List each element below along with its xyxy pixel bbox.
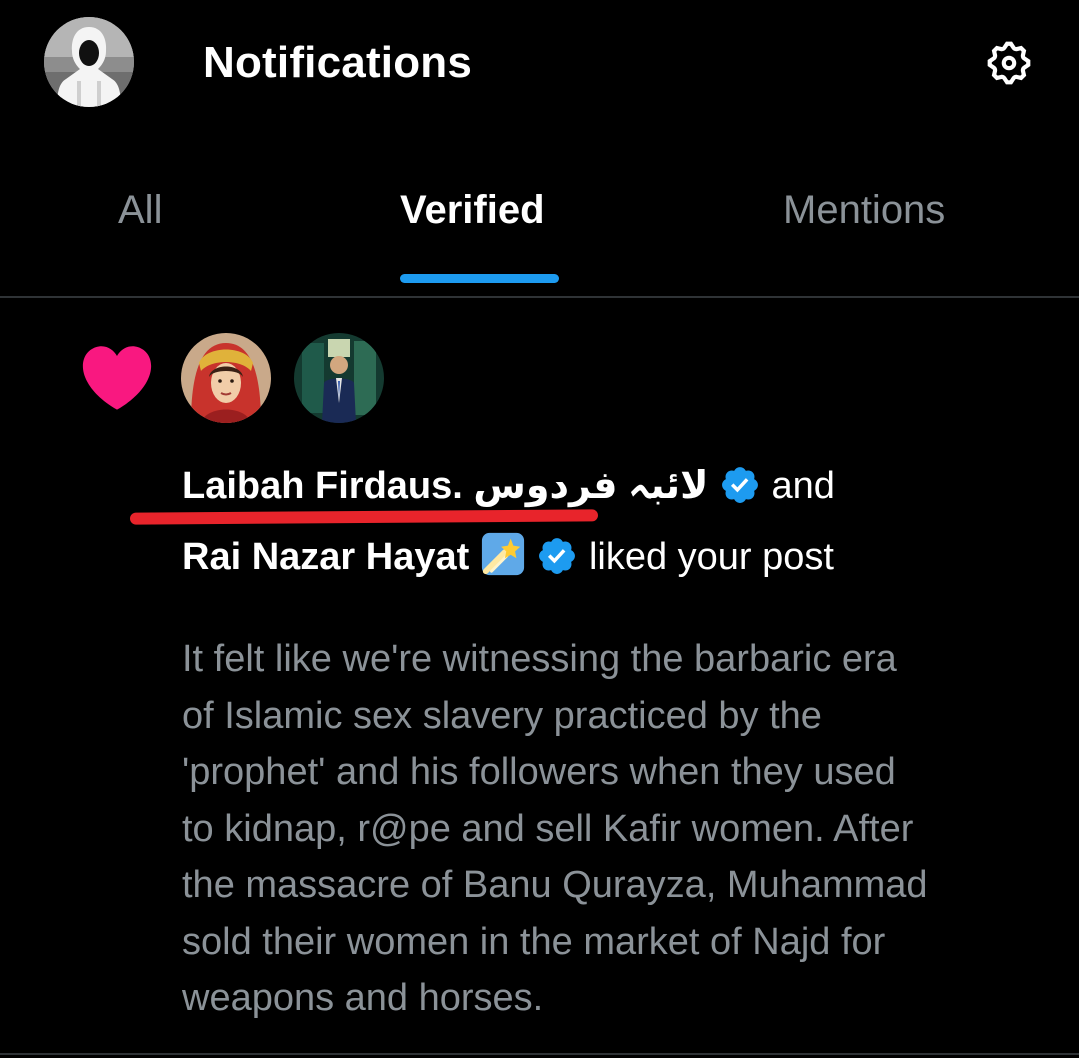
profile-avatar[interactable] [44,17,134,107]
settings-button[interactable] [984,38,1034,88]
verified-badge-icon [536,535,578,587]
shooting-star-emoji-icon [480,531,526,587]
user-name[interactable]: Laibah Firdaus. لائبہ فردوس [182,465,708,507]
tab-all[interactable]: All [118,188,162,233]
connector-text: and [771,465,835,507]
user-avatar-laibah-icon [181,333,271,423]
page-title: Notifications [203,38,473,87]
tab-verified[interactable]: Verified [400,188,545,233]
liker-line-1: Laibah Firdaus. لائبہ فردوس and [182,463,835,516]
post-text-line: It felt like we're witnessing the barbar… [182,638,897,680]
post-text-line: 'prophet' and his followers when they us… [182,751,896,793]
divider [0,1053,1079,1055]
post-text-line: of Islamic sex slavery practiced by the [182,694,822,737]
gear-icon [987,41,1031,85]
avatar[interactable] [181,333,271,423]
post-text-line: to kidnap, r@pe and sell Kafir women. Af… [182,807,914,850]
tab-mentions[interactable]: Mentions [783,188,945,233]
post-text-line: the massacre of Banu Qurayza, Muhammad [182,864,928,906]
post-preview[interactable]: It felt like we're witnessing the barbar… [182,631,1042,1027]
liker-line-2: Rai Nazar Hayat liked your post [182,531,834,587]
hooded-figure-avatar-icon [44,17,134,107]
post-text-line: weapons and horses. [182,977,544,1019]
avatar[interactable] [294,333,384,423]
post-text-line: sold their women in the market of Najd f… [182,920,886,963]
annotation-underline [129,509,599,525]
user-name[interactable]: Rai Nazar Hayat [182,536,469,578]
top-bar: Notifications [0,0,1079,130]
like-notification[interactable]: Laibah Firdaus. لائبہ فردوس and Rai Naza… [0,298,1079,1053]
active-tab-indicator [400,274,559,283]
verified-badge-icon [719,464,761,516]
user-avatar-rai-icon [294,333,384,423]
action-text: liked your post [588,536,834,578]
notification-tabs: All Verified Mentions [0,160,1079,288]
heart-icon [80,342,154,412]
notifications-screen: Notifications All Verified Mentions Laib… [0,0,1079,1058]
